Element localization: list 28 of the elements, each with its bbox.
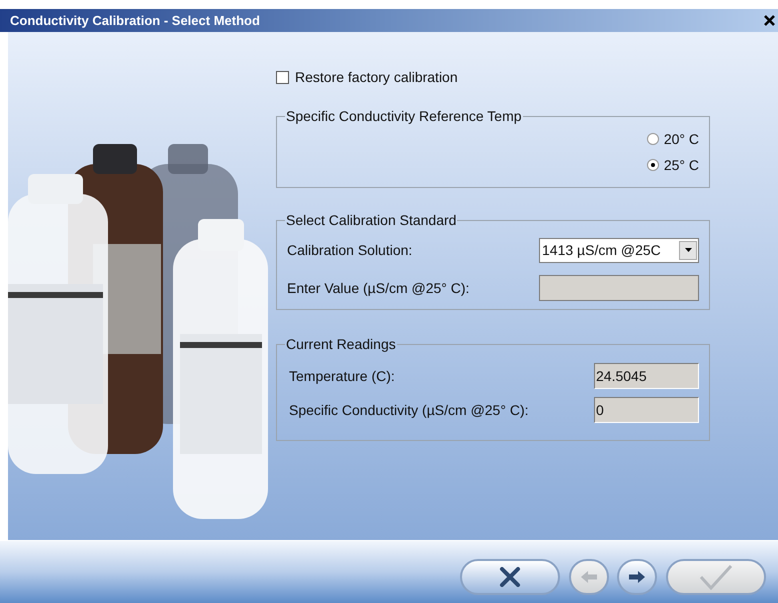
checkbox-label: Restore factory calibration — [295, 68, 458, 87]
group-title: Select Calibration Standard — [285, 211, 458, 230]
field-label: Specific Conductivity (µS/cm @25° C): — [289, 400, 528, 420]
field-label: Calibration Solution: — [287, 240, 412, 260]
left-arrow-icon — [580, 570, 598, 584]
radio-label: 20° C — [664, 130, 699, 148]
close-button[interactable] — [762, 14, 776, 28]
radio-button[interactable] — [646, 159, 659, 171]
window-title: Conductivity Calibration - Select Method — [10, 12, 260, 30]
checkmark-icon — [699, 564, 733, 590]
dropdown-button[interactable] — [679, 240, 697, 260]
reading-field: 24.5045 — [594, 363, 699, 389]
field-label: Temperature (C): — [289, 366, 395, 386]
group-title: Specific Conductivity Reference Temp — [285, 107, 523, 126]
cancel-button[interactable] — [460, 558, 560, 594]
restore-checkbox[interactable] — [276, 70, 289, 84]
next-button[interactable] — [617, 558, 657, 594]
right-arrow-icon — [628, 570, 646, 584]
close-icon — [764, 15, 774, 26]
dropdown-value: 1413 µS/cm @25C — [542, 240, 661, 260]
reading-field: 0 — [594, 397, 699, 423]
field-label: Enter Value (µS/cm @25° C): — [287, 278, 470, 298]
caret-icon — [684, 248, 692, 252]
radio-label: 25° C — [664, 156, 699, 174]
radio-button[interactable] — [646, 133, 659, 145]
solution-dropdown[interactable]: 1413 µS/cm @25C — [539, 238, 699, 262]
group-title: Current Readings — [285, 335, 397, 354]
close-icon — [499, 566, 521, 586]
